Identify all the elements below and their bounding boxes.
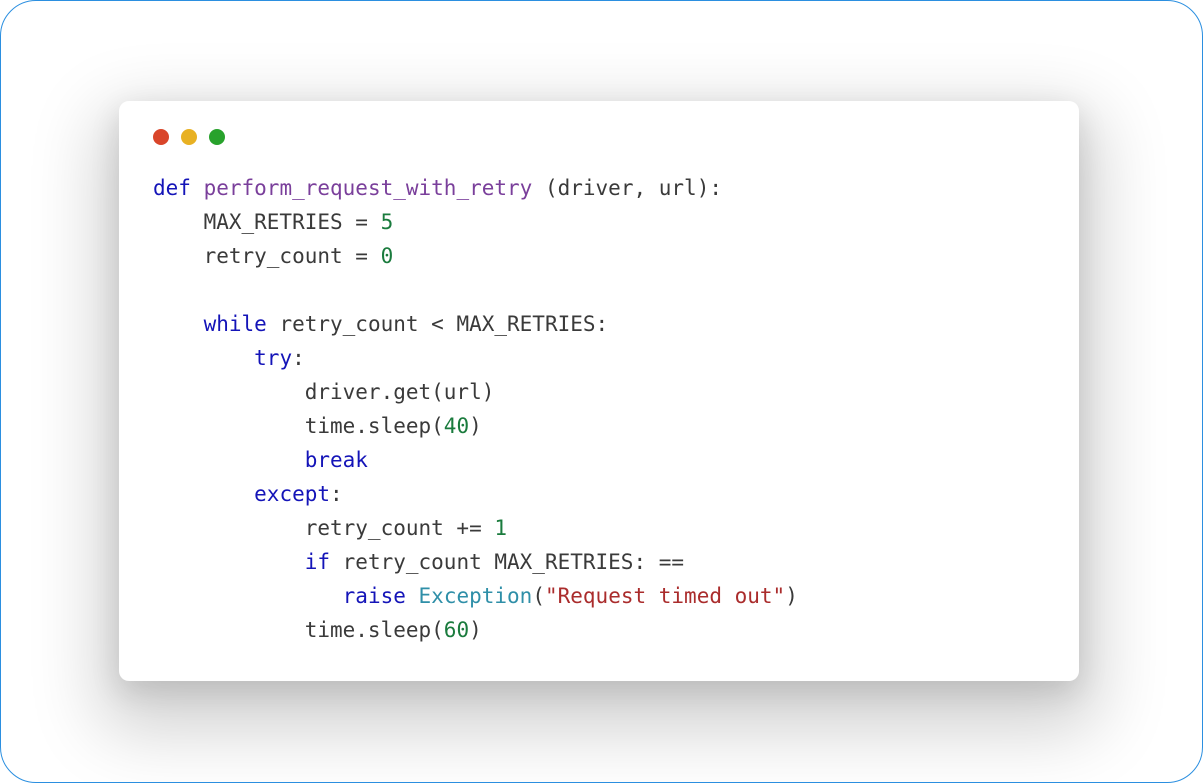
num-1: 1 — [494, 516, 507, 540]
num-0: 0 — [381, 244, 394, 268]
keyword-except: except — [254, 482, 330, 506]
function-signature: (driver, url): — [532, 176, 722, 200]
keyword-def: def — [153, 176, 191, 200]
num-60: 60 — [444, 618, 469, 642]
window-controls — [153, 129, 1045, 145]
code-card: def perform_request_with_retry (driver, … — [119, 101, 1079, 681]
num-40: 40 — [444, 414, 469, 438]
indent-while — [153, 312, 204, 336]
line-sleep40-a: time.sleep( — [153, 414, 444, 438]
class-exception: Exception — [419, 584, 533, 608]
keyword-try: try — [254, 346, 292, 370]
minimize-icon[interactable] — [181, 129, 197, 145]
raise-space — [406, 584, 419, 608]
close-icon[interactable] — [153, 129, 169, 145]
indent-except — [153, 482, 254, 506]
line-sleep60-a: time.sleep( — [153, 618, 444, 642]
line-sleep40-b: ) — [469, 414, 482, 438]
indent-break — [153, 448, 305, 472]
keyword-break: break — [305, 448, 368, 472]
outer-frame: def perform_request_with_retry (driver, … — [0, 0, 1203, 783]
indent-raise — [153, 584, 343, 608]
num-5: 5 — [381, 210, 394, 234]
keyword-if: if — [305, 550, 330, 574]
function-name: perform_request_with_retry — [204, 176, 533, 200]
try-colon: : — [292, 346, 305, 370]
while-cond: retry_count < MAX_RETRIES: — [267, 312, 608, 336]
line-incr-a: retry_count += — [153, 516, 494, 540]
line-max-retries-a: MAX_RETRIES = — [153, 210, 381, 234]
if-cond: retry_count MAX_RETRIES: == — [330, 550, 684, 574]
keyword-while: while — [204, 312, 267, 336]
line-sleep60-b: ) — [469, 618, 482, 642]
string-timeout: "Request timed out" — [545, 584, 785, 608]
line-retry-count-a: retry_count = — [153, 244, 381, 268]
zoom-icon[interactable] — [209, 129, 225, 145]
line-driver-get: driver.get(url) — [153, 380, 494, 404]
paren-close: ) — [785, 584, 798, 608]
indent-if — [153, 550, 305, 574]
keyword-raise: raise — [343, 584, 406, 608]
code-block: def perform_request_with_retry (driver, … — [153, 171, 1045, 647]
except-colon: : — [330, 482, 343, 506]
indent-try — [153, 346, 254, 370]
paren-open: ( — [532, 584, 545, 608]
